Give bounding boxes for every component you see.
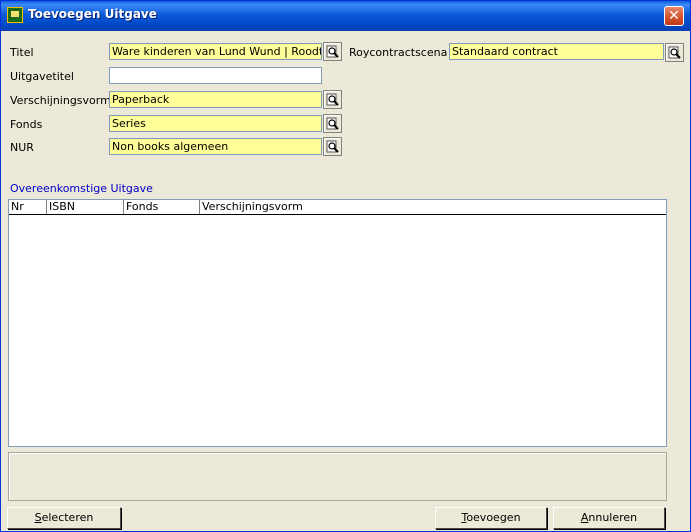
column-header-isbn[interactable]: ISBN — [47, 200, 124, 214]
column-header-fonds[interactable]: Fonds — [124, 200, 200, 214]
grid-header: Nr ISBN Fonds Verschijningsvorm — [9, 200, 666, 215]
selecteren-accel: S — [34, 511, 42, 524]
toevoegen-button[interactable]: Toevoegen — [435, 507, 547, 529]
uitgave-grid[interactable]: Nr ISBN Fonds Verschijningsvorm — [8, 199, 667, 447]
selecteren-label: electeren — [41, 511, 94, 524]
nur-label: NUR — [10, 141, 34, 154]
fonds-label: Fonds — [10, 118, 43, 131]
magnifier-icon — [326, 140, 339, 153]
section-title: Overeenkomstige Uitgave — [10, 182, 153, 195]
magnifier-icon — [668, 46, 681, 59]
titel-field[interactable]: Ware kinderen van Lund Wund | Roodt, N., — [109, 43, 322, 60]
info-panel — [8, 452, 667, 501]
selecteren-button[interactable]: Selecteren — [7, 507, 121, 529]
verschijningsvorm-label: Verschijningsvorm — [10, 94, 111, 107]
dialog-window: Toevoegen Uitgave ✕ Titel Ware kinderen … — [0, 0, 691, 532]
magnifier-icon — [326, 117, 339, 130]
annuleren-button[interactable]: Annuleren — [553, 507, 665, 529]
nur-field[interactable]: Non books algemeen — [109, 138, 322, 155]
verschijningsvorm-lookup-button[interactable] — [323, 90, 342, 109]
title-bar[interactable]: Toevoegen Uitgave ✕ — [1, 1, 690, 31]
close-button[interactable]: ✕ — [664, 6, 684, 26]
uitgavetitel-field[interactable] — [109, 67, 322, 84]
titel-label: Titel — [10, 46, 34, 59]
magnifier-icon — [326, 93, 339, 106]
nur-lookup-button[interactable] — [323, 137, 342, 156]
annuleren-label: nnuleren — [588, 511, 638, 524]
fonds-field[interactable]: Series — [109, 115, 322, 132]
verschijningsvorm-field[interactable]: Paperback — [109, 91, 322, 108]
column-header-verschijningsvorm[interactable]: Verschijningsvorm — [200, 200, 666, 214]
magnifier-icon — [326, 45, 339, 58]
window-title: Toevoegen Uitgave — [28, 7, 157, 21]
column-header-nr[interactable]: Nr — [9, 200, 47, 214]
uitgavetitel-label: Uitgavetitel — [10, 70, 74, 83]
app-icon — [7, 7, 23, 23]
roycontract-label: Roycontractscenario — [349, 46, 448, 59]
roycontract-field[interactable]: Standaard contract — [449, 43, 664, 60]
toevoegen-label: oevoegen — [466, 511, 521, 524]
titel-lookup-button[interactable] — [323, 42, 342, 61]
roycontract-lookup-button[interactable] — [665, 43, 684, 62]
fonds-lookup-button[interactable] — [323, 114, 342, 133]
